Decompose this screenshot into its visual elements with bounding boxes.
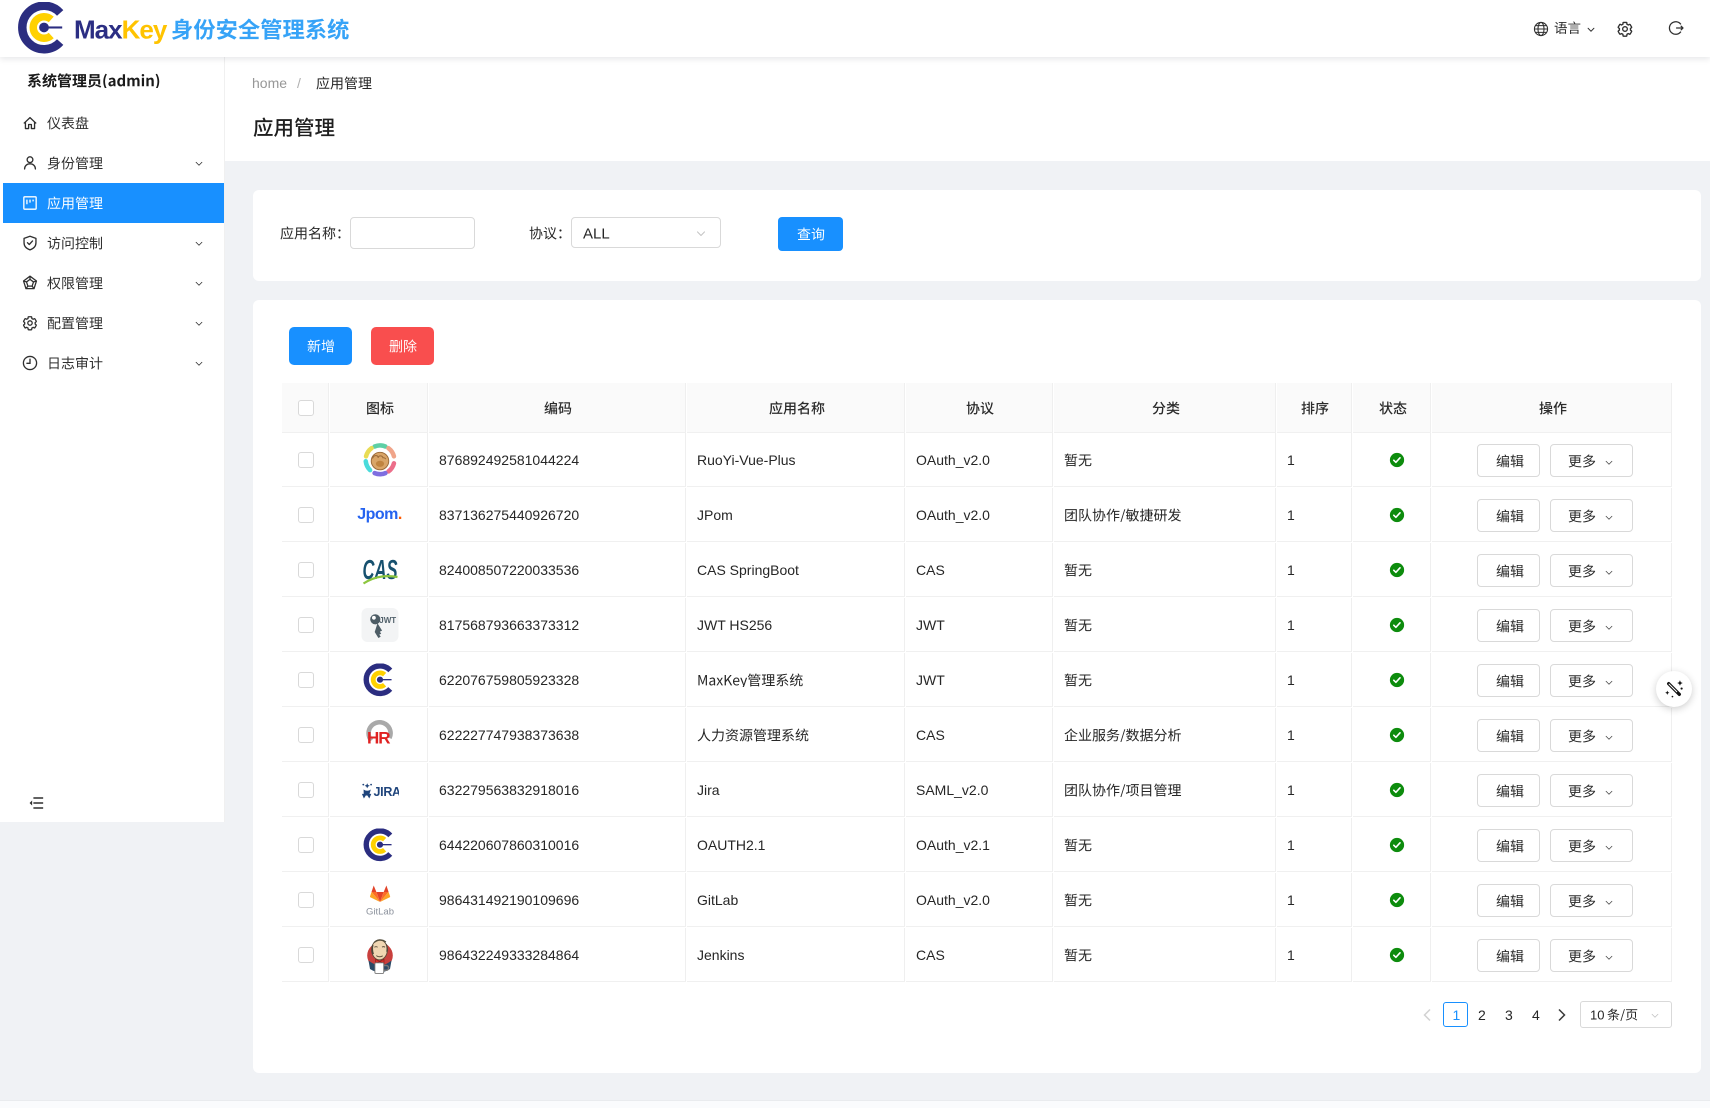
svg-text:JIRA: JIRA — [373, 785, 399, 799]
svg-text:GitLab: GitLab — [366, 907, 394, 918]
svg-text:JWT: JWT — [379, 616, 396, 625]
svg-text:HR: HR — [367, 729, 390, 748]
